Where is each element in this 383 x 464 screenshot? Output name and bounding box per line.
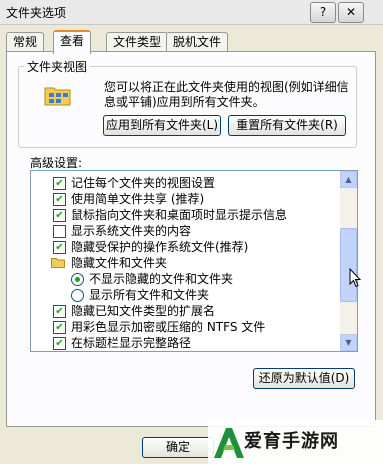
list-item[interactable]: ✔ 隐藏已知文件类型的扩展名: [31, 303, 337, 319]
checkbox[interactable]: ✔: [53, 209, 66, 222]
mouse-cursor-icon: [349, 268, 361, 288]
list-item[interactable]: ✔ 使用简单文件共享 (推荐): [31, 191, 337, 207]
list-item[interactable]: ✔ 记住每个文件夹的视图设置: [31, 175, 337, 191]
folder-views-description: 您可以将正在此文件夹使用的视图(例如详细信息或平铺)应用到所有文件夹。: [104, 80, 349, 109]
radio-button[interactable]: [71, 273, 84, 286]
advanced-settings-label: 高级设置:: [30, 156, 83, 170]
checkbox[interactable]: ✔: [53, 321, 66, 334]
checkbox[interactable]: ✔: [53, 193, 66, 206]
folder-icon: [51, 258, 65, 268]
list-item[interactable]: ✔ 用彩色显示加密或压缩的 NTFS 文件: [31, 319, 337, 335]
list-item[interactable]: ✔ 隐藏受保护的操作系统文件(推荐): [31, 239, 337, 255]
restore-defaults-button[interactable]: 还原为默认值(D): [253, 368, 355, 389]
list-item[interactable]: 显示所有文件和文件夹: [31, 287, 337, 303]
folder-views-icon: [44, 87, 71, 106]
close-button[interactable]: ✕: [338, 2, 364, 23]
tab-offline-files[interactable]: 脱机文件: [166, 32, 229, 51]
list-item[interactable]: ✔ 鼠标指向文件夹和桌面项时显示提示信息: [31, 207, 337, 223]
ok-button[interactable]: 确定: [142, 437, 214, 458]
help-button[interactable]: ?: [310, 2, 336, 23]
checkbox[interactable]: [53, 225, 66, 238]
tab-file-types[interactable]: 文件类型: [106, 32, 169, 51]
window-title: 文件夹选项: [6, 6, 67, 20]
scroll-thumb[interactable]: [340, 228, 357, 302]
title-bar: 文件夹选项 ? ✕: [0, 0, 383, 25]
list-item[interactable]: 显示系统文件夹的内容: [31, 223, 337, 239]
tab-view[interactable]: 查看: [53, 30, 92, 54]
watermark-text: 爱育手游网: [244, 431, 339, 452]
checkbox[interactable]: ✔: [53, 241, 66, 254]
folder-views-legend: 文件夹视图: [24, 58, 91, 75]
advanced-settings-list[interactable]: ✔ 记住每个文件夹的视图设置 ✔ 使用简单文件共享 (推荐) ✔ 鼠标指向文件夹…: [30, 170, 358, 352]
list-item[interactable]: 不显示隐藏的文件和文件夹: [31, 271, 337, 287]
list-item: 隐藏文件和文件夹: [31, 255, 337, 271]
vertical-scrollbar[interactable]: ▲ ▼: [340, 171, 357, 351]
scroll-up-button[interactable]: ▲: [340, 171, 357, 188]
scroll-down-button[interactable]: ▼: [340, 334, 357, 351]
checkbox[interactable]: ✔: [53, 305, 66, 318]
tab-general[interactable]: 常规: [6, 32, 45, 51]
list-item[interactable]: ✔ 在标题栏显示完整路径: [31, 335, 337, 351]
apply-to-all-folders-button[interactable]: 应用到所有文件夹(L): [103, 115, 221, 136]
reset-all-folders-button[interactable]: 重置所有文件夹(R): [228, 115, 346, 136]
checkbox[interactable]: ✔: [53, 177, 66, 190]
checkbox[interactable]: ✔: [53, 337, 66, 350]
radio-button[interactable]: [71, 289, 84, 302]
